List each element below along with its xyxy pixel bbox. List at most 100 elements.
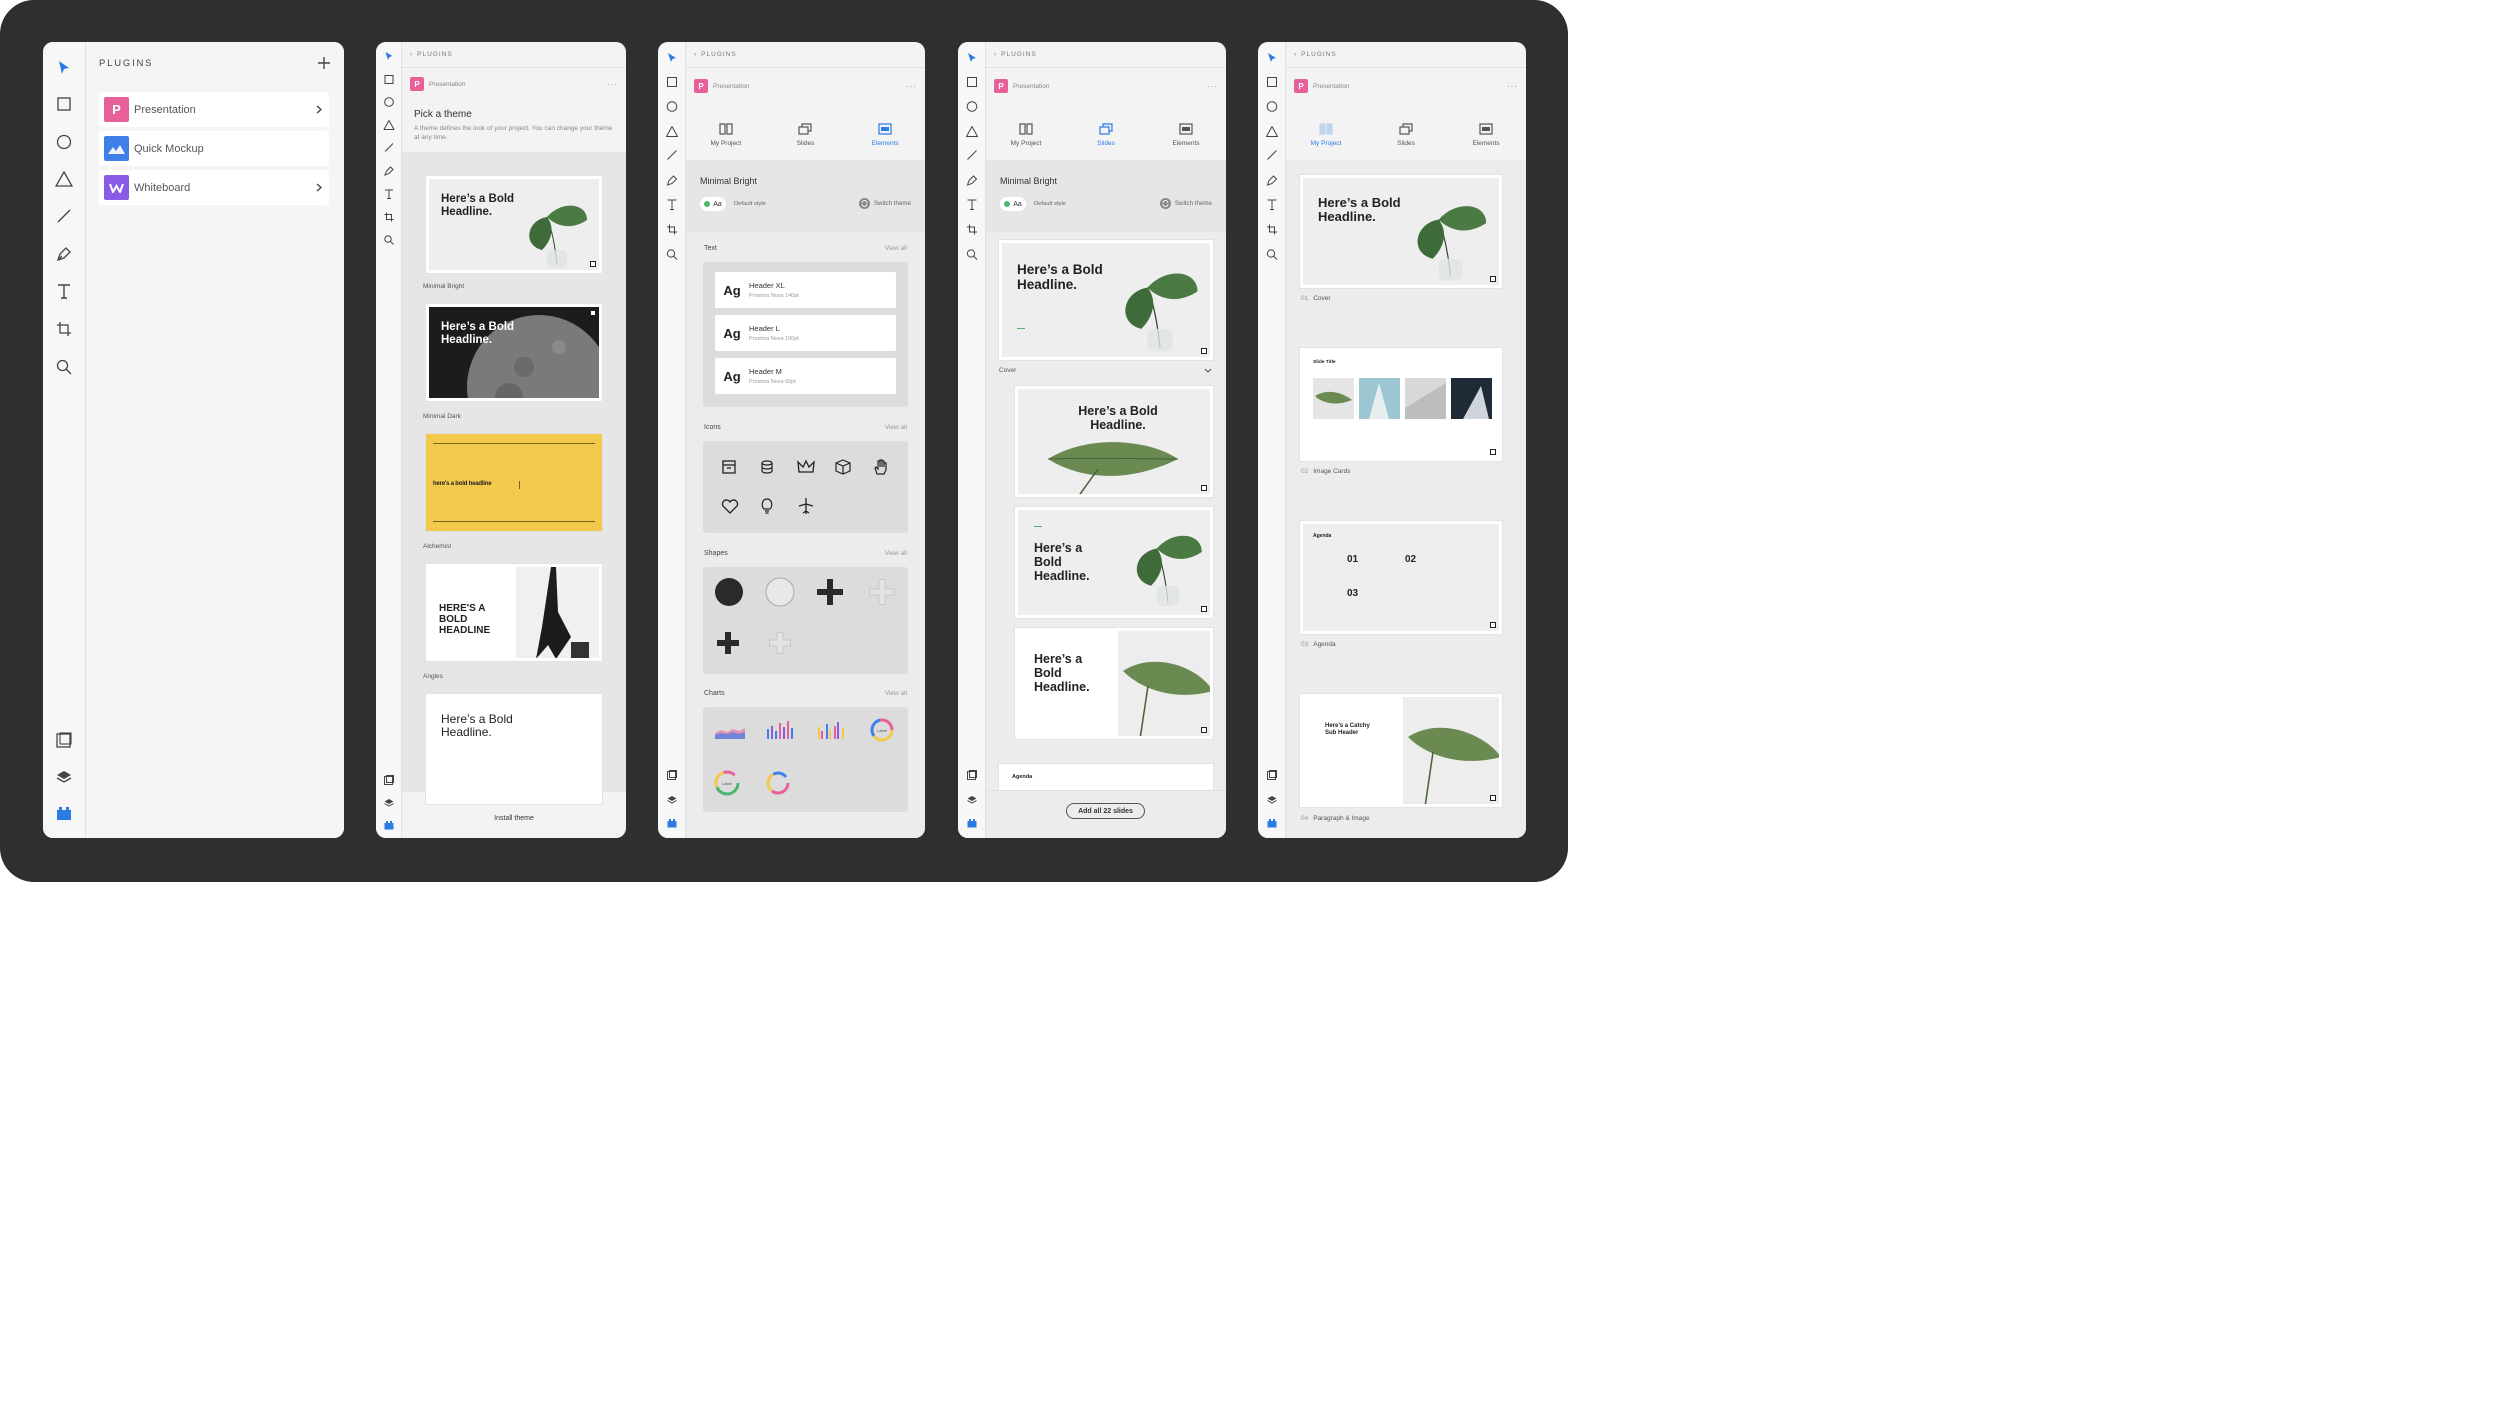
ring-chart-thumbnail[interactable]: Label: [713, 769, 741, 797]
project-slide-paragraph-image[interactable]: Here’s a Catchy Sub Header: [1300, 694, 1502, 807]
ellipse-tool-icon[interactable]: [666, 101, 677, 112]
bulb-icon[interactable]: [760, 497, 774, 515]
chevron-right-icon[interactable]: [316, 101, 323, 119]
text-tool-icon[interactable]: [384, 189, 393, 199]
theme-preview[interactable]: Here’s a Bold Headline.: [426, 694, 602, 804]
assets-icon[interactable]: [383, 775, 394, 785]
plane-icon[interactable]: [797, 497, 815, 515]
select-tool-icon[interactable]: [967, 52, 977, 63]
zoom-tool-icon[interactable]: [1266, 249, 1277, 260]
rectangle-tool-icon[interactable]: [666, 77, 677, 87]
tab-slides[interactable]: Slides: [775, 110, 835, 160]
rectangle-tool-icon[interactable]: [1266, 77, 1277, 87]
crown-icon[interactable]: [797, 459, 815, 475]
more-icon[interactable]: ···: [906, 82, 917, 91]
slide-cover[interactable]: Here’s a Bold Headline.: [999, 240, 1213, 360]
filled-circle-shape[interactable]: [714, 577, 744, 607]
artboard-tool-icon[interactable]: [384, 212, 394, 222]
plugins-icon[interactable]: [667, 819, 677, 828]
chevron-right-icon[interactable]: [316, 179, 323, 197]
tab-my-project[interactable]: My Project: [1296, 110, 1356, 160]
polygon-tool-icon[interactable]: [965, 126, 978, 137]
line-tool-icon[interactable]: [384, 143, 393, 152]
project-slide-agenda[interactable]: Agenda 01 02 03: [1300, 521, 1502, 634]
breadcrumb[interactable]: ‹ PLUGINS: [994, 51, 1037, 58]
cover-variation[interactable]: Here’s a Bold Headline.: [1015, 628, 1213, 739]
zoom-tool-icon[interactable]: [966, 249, 977, 260]
pen-tool-icon[interactable]: [966, 175, 977, 186]
breadcrumb[interactable]: ‹ PLUGINS: [1294, 51, 1337, 58]
plugin-item-quick-mockup[interactable]: Quick Mockup: [99, 131, 329, 166]
theme-angles[interactable]: HERE'S A BOLD HEADLINE: [426, 564, 602, 661]
text-tool-icon[interactable]: [54, 281, 74, 301]
artboard-tool-icon[interactable]: [966, 224, 977, 235]
assets-icon[interactable]: [666, 770, 677, 780]
view-all-link[interactable]: View all: [885, 690, 907, 697]
grouped-bar-chart-thumbnail[interactable]: [817, 719, 847, 739]
project-slide-cover[interactable]: Here’s a Bold Headline.: [1300, 175, 1502, 288]
tab-my-project[interactable]: My Project: [696, 110, 756, 160]
coins-icon[interactable]: [759, 459, 775, 475]
tab-slides[interactable]: Slides: [1076, 110, 1136, 160]
layers-icon[interactable]: [1266, 795, 1277, 805]
cover-variation[interactable]: Here’s a Bold Headline.: [1015, 386, 1213, 497]
type-style-header-xl[interactable]: Ag Header XL Proxima Nova 140pt: [715, 272, 896, 308]
text-tool-icon[interactable]: [967, 199, 977, 210]
rectangle-tool-icon[interactable]: [384, 75, 393, 84]
switch-theme-button[interactable]: Switch theme: [858, 198, 911, 209]
pen-tool-icon[interactable]: [54, 244, 74, 264]
donut-chart-thumbnail[interactable]: Label: [869, 717, 895, 743]
tab-slides[interactable]: Slides: [1376, 110, 1436, 160]
ellipse-tool-icon[interactable]: [1266, 101, 1277, 112]
small-cross-shape[interactable]: [717, 632, 739, 654]
layers-icon[interactable]: [54, 767, 74, 787]
layers-icon[interactable]: [966, 795, 977, 805]
breadcrumb[interactable]: ‹ PLUGINS: [694, 51, 737, 58]
outline-circle-shape[interactable]: [765, 577, 795, 607]
archive-icon[interactable]: [721, 459, 737, 475]
rectangle-tool-icon[interactable]: [54, 94, 74, 114]
plugins-icon[interactable]: [54, 804, 74, 824]
cover-variation[interactable]: Here’s a Bold Headline.: [1015, 507, 1213, 618]
select-tool-icon[interactable]: [54, 58, 74, 78]
ellipse-tool-icon[interactable]: [54, 132, 74, 152]
select-tool-icon[interactable]: [1267, 52, 1277, 63]
layers-icon[interactable]: [666, 795, 677, 805]
artboard-tool-icon[interactable]: [1266, 224, 1277, 235]
ring-chart-thumbnail-2[interactable]: [765, 770, 791, 796]
polygon-tool-icon[interactable]: [383, 120, 394, 130]
view-all-link[interactable]: View all: [885, 550, 907, 557]
theme-minimal-bright[interactable]: Here’s a Bold Headline.: [426, 176, 602, 273]
zoom-tool-icon[interactable]: [383, 235, 394, 245]
style-badge[interactable]: Aa: [700, 197, 726, 211]
pen-tool-icon[interactable]: [383, 166, 394, 176]
polygon-tool-icon[interactable]: [1265, 126, 1278, 137]
area-chart-thumbnail[interactable]: [715, 723, 745, 739]
theme-alchemist[interactable]: here's a bold headline: [426, 434, 602, 531]
line-tool-icon[interactable]: [54, 206, 74, 226]
more-icon[interactable]: ···: [1507, 82, 1518, 91]
plugin-item-whiteboard[interactable]: Whiteboard: [99, 170, 329, 205]
line-tool-icon[interactable]: [1266, 150, 1277, 160]
type-style-header-m[interactable]: Ag Header M Proxima Nova 60pt: [715, 358, 896, 394]
ellipse-tool-icon[interactable]: [966, 101, 977, 112]
switch-theme-button[interactable]: Switch theme: [1159, 198, 1212, 209]
layers-icon[interactable]: [383, 798, 394, 808]
assets-icon[interactable]: [966, 770, 977, 780]
chevron-down-icon[interactable]: [1204, 368, 1212, 373]
more-icon[interactable]: ···: [1207, 82, 1218, 91]
select-tool-icon[interactable]: [667, 52, 677, 63]
pen-tool-icon[interactable]: [666, 175, 677, 186]
add-all-slides-button[interactable]: Add all 22 slides: [1066, 803, 1145, 819]
view-all-link[interactable]: View all: [885, 245, 907, 252]
plugin-item-presentation[interactable]: P Presentation: [99, 92, 329, 127]
tab-elements[interactable]: Elements: [1156, 110, 1216, 160]
assets-icon[interactable]: [54, 730, 74, 750]
text-tool-icon[interactable]: [1267, 199, 1277, 210]
text-tool-icon[interactable]: [667, 199, 677, 210]
zoom-tool-icon[interactable]: [666, 249, 677, 260]
theme-minimal-dark[interactable]: Here’s a Bold Headline.: [426, 304, 602, 401]
bar-chart-thumbnail[interactable]: [766, 719, 796, 739]
select-tool-icon[interactable]: [384, 51, 393, 61]
plugins-icon[interactable]: [384, 821, 394, 830]
